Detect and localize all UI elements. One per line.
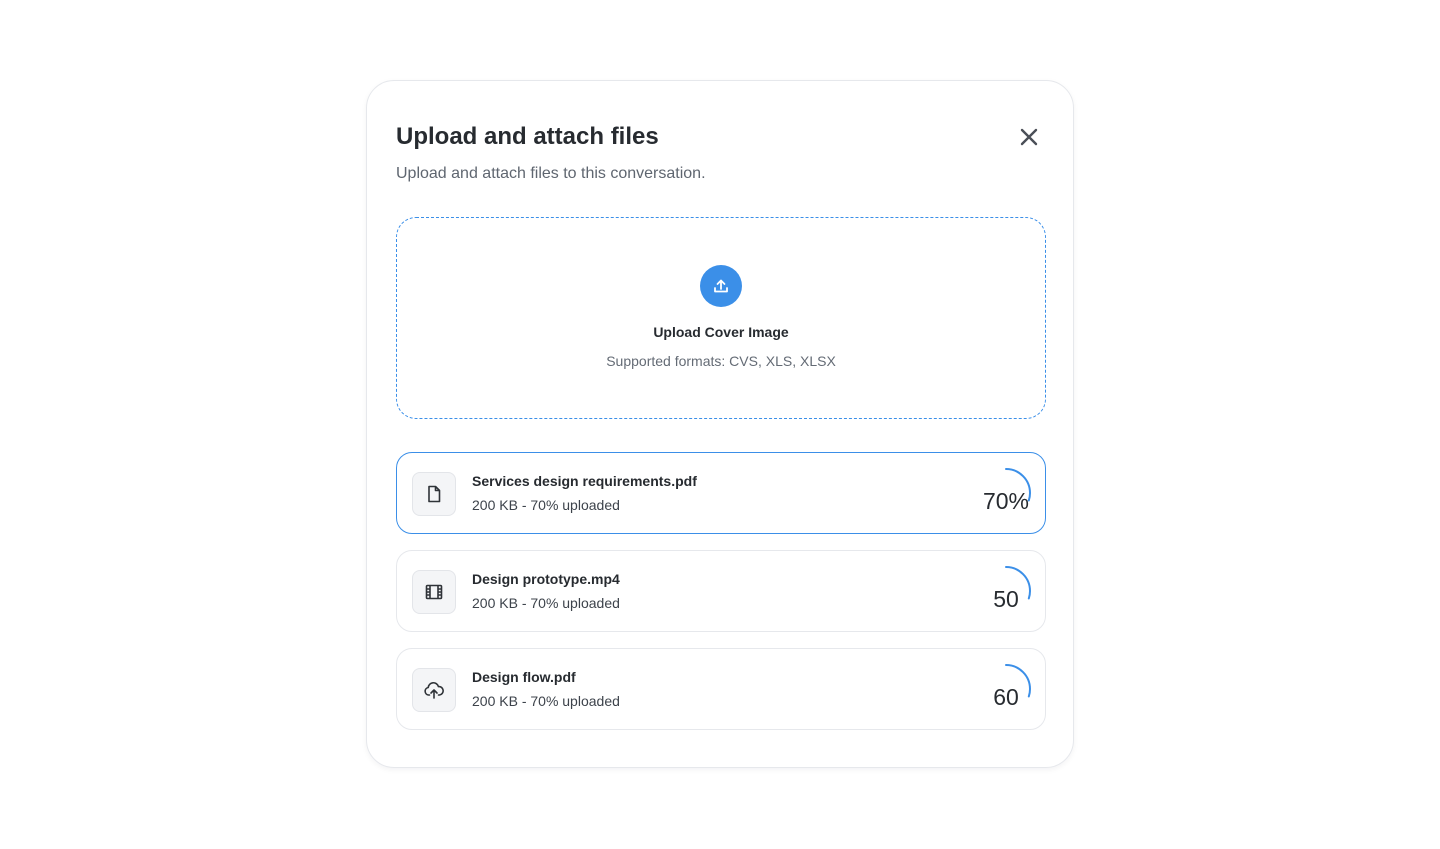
file-meta: 200 KB - 70% uploaded bbox=[472, 693, 620, 709]
upload-button[interactable] bbox=[700, 265, 742, 307]
close-button[interactable] bbox=[1015, 123, 1043, 151]
file-icon-box bbox=[412, 472, 456, 516]
file-item-services-design-requirements[interactable]: Services design requirements.pdf 200 KB … bbox=[396, 452, 1046, 534]
dropzone-title: Upload Cover Image bbox=[653, 324, 789, 340]
upload-icon bbox=[714, 279, 728, 293]
progress-label: 50 bbox=[993, 586, 1019, 612]
file-item-design-prototype[interactable]: Design prototype.mp4 200 KB - 70% upload… bbox=[396, 550, 1046, 632]
file-icon-box bbox=[412, 570, 456, 614]
progress-ring: 70% bbox=[981, 468, 1031, 518]
file-icon-box bbox=[412, 668, 456, 712]
cloud-upload-icon bbox=[424, 681, 444, 699]
modal-title: Upload and attach files bbox=[396, 123, 659, 150]
file-meta: 200 KB - 70% uploaded bbox=[472, 595, 620, 611]
film-icon bbox=[425, 584, 443, 600]
progress-ring: 50 bbox=[981, 566, 1031, 616]
file-name: Design flow.pdf bbox=[472, 669, 576, 685]
file-name: Services design requirements.pdf bbox=[472, 473, 697, 489]
upload-modal: Upload and attach files Upload and attac… bbox=[366, 80, 1074, 768]
progress-label: 70% bbox=[982, 488, 1030, 514]
progress-ring: 60 bbox=[981, 664, 1031, 714]
document-icon bbox=[428, 485, 441, 503]
file-name: Design prototype.mp4 bbox=[472, 571, 620, 587]
progress-label: 60 bbox=[993, 684, 1019, 710]
modal-subtitle: Upload and attach files to this conversa… bbox=[396, 165, 706, 182]
dropzone-formats: Supported formats: CVS, XLS, XLSX bbox=[606, 353, 836, 369]
file-meta: 200 KB - 70% uploaded bbox=[472, 497, 620, 513]
upload-dropzone[interactable]: Upload Cover Image Supported formats: CV… bbox=[396, 217, 1046, 419]
file-item-design-flow[interactable]: Design flow.pdf 200 KB - 70% uploaded 60 bbox=[396, 648, 1046, 730]
close-icon bbox=[1020, 128, 1038, 146]
